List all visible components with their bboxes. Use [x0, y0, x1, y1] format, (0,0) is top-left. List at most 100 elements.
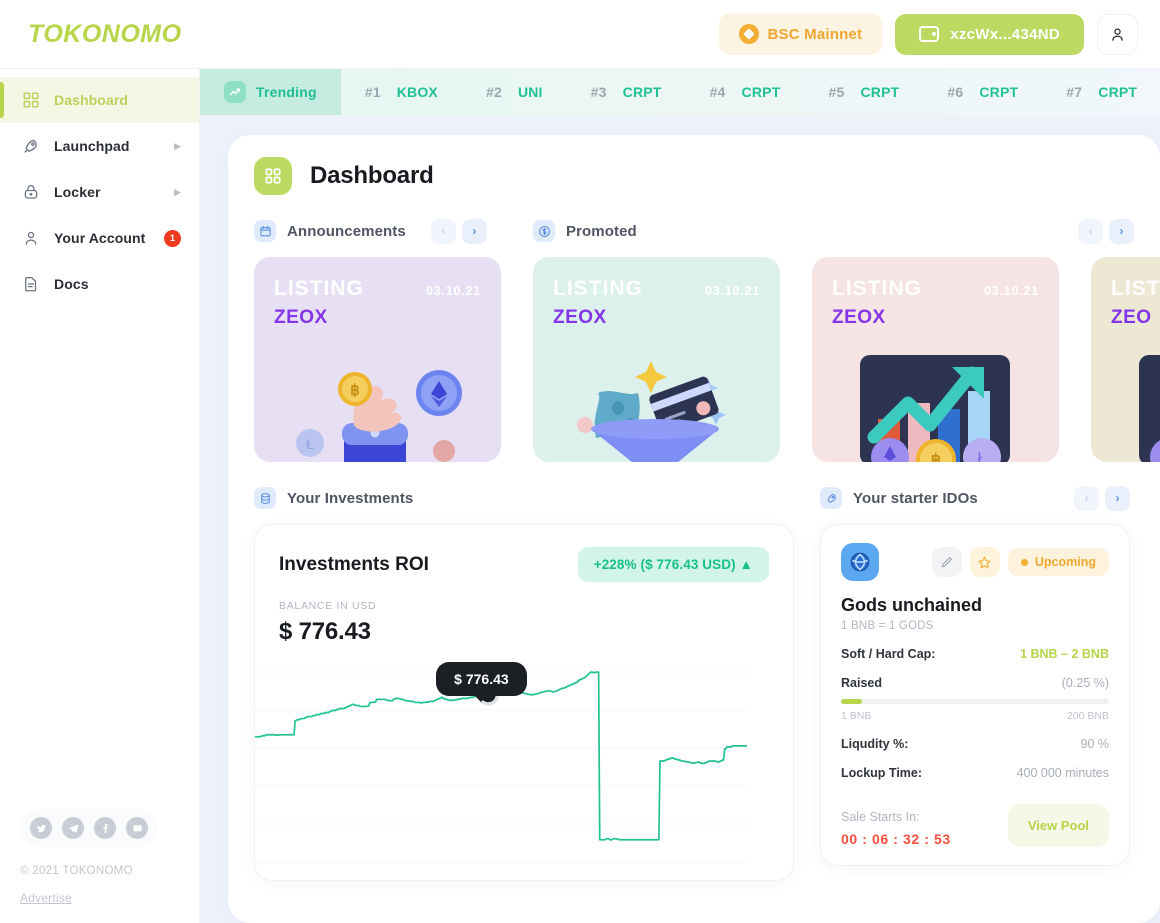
edit-button[interactable] [931, 547, 962, 577]
ido-column: Your starter IDOs ‹ › Upcoming Gods unch… [820, 484, 1130, 881]
dollar-icon [533, 220, 555, 242]
wallet-icon [919, 26, 940, 42]
telegram-icon[interactable] [62, 817, 84, 839]
hand-bitcoin-illustration: Ł ฿ [296, 370, 462, 462]
card-brand: ZEOX [274, 307, 328, 328]
card-brand: ZEO [1111, 307, 1152, 328]
sidebar: Dashboard Launchpad ▶ Locker ▶ Your Acco… [0, 69, 200, 923]
tab-symbol: CRPT [979, 84, 1019, 100]
svg-text:฿: ฿ [931, 451, 942, 462]
twitter-icon[interactable] [30, 817, 52, 839]
social-links [20, 809, 158, 847]
row-value: 1 BNB – 2 BNB [1020, 647, 1109, 661]
promoted-card[interactable]: LIST ZEO [1091, 257, 1160, 462]
card-listing-label: LISTING [832, 277, 922, 300]
card-top: LISTING 03.10.21 [274, 277, 481, 301]
chart-tooltip: $ 776.43 [436, 662, 527, 696]
rocket-icon [24, 139, 37, 153]
wallet-button[interactable]: xzcWx...434ND [895, 13, 1084, 55]
tab-token-2[interactable]: #2 UNI [462, 69, 567, 115]
rocket-icon [820, 487, 842, 509]
balance-label: BALANCE IN USD [279, 600, 377, 612]
sidebar-item-label: Docs [54, 276, 89, 292]
sidebar-item-label: Your Account [54, 230, 146, 246]
calendar-icon [254, 220, 276, 242]
sidebar-item-label: Locker [54, 184, 101, 200]
promo-carousel: LISTING 03.10.21 ZEOX Ł ฿ LISTING 03.10.… [254, 257, 1160, 462]
roi-chart[interactable]: $ 776.43 [255, 650, 793, 880]
card-date: 03.10.21 [425, 284, 481, 298]
tab-token-3[interactable]: #3 CRPT [567, 69, 686, 115]
page-title: Dashboard [254, 157, 1134, 195]
network-selector[interactable]: BSC Mainnet [718, 13, 883, 55]
card-listing-label: LISTING [553, 277, 643, 300]
row-value: 90 % [1080, 737, 1110, 751]
growth-chart-illustration: ฿ Ł [860, 355, 1010, 462]
dashboard-content: Dashboard Announcements ‹ › Promoted ‹ ›… [200, 115, 1160, 923]
tab-token-5[interactable]: #5 CRPT [804, 69, 923, 115]
roi-title: Investments ROI [279, 553, 429, 575]
chat-icon[interactable] [126, 817, 148, 839]
announcement-card[interactable]: LISTING 03.10.21 ZEOX Ł ฿ [254, 257, 501, 462]
tab-rank: #7 [1066, 84, 1083, 100]
tab-rank: #5 [828, 84, 845, 100]
ido-card: Upcoming Gods unchained 1 BNB = 1 GODS S… [820, 524, 1130, 866]
roi-badge: +228% ($ 776.43 USD) ▲ [577, 547, 769, 582]
promoted-prev-button[interactable]: ‹ [1078, 218, 1103, 244]
card-top: LISTING 03.10.21 [553, 277, 760, 301]
tab-token-7[interactable]: #7 CRPT [1042, 69, 1160, 115]
tab-symbol: UNI [517, 84, 543, 100]
investments-roi-card: Investments ROI +228% ($ 776.43 USD) ▲ B… [254, 524, 794, 881]
card-top: LISTING 03.10.21 [832, 277, 1039, 301]
ido-card-top: Upcoming [841, 543, 1109, 581]
account-button[interactable] [1097, 13, 1138, 55]
ido-title: Your starter IDOs [853, 489, 978, 507]
sidebar-item-docs[interactable]: Docs [0, 261, 199, 307]
ido-nav: ‹ › [1074, 485, 1130, 511]
ido-prev-button[interactable]: ‹ [1074, 485, 1099, 511]
tab-symbol: CRPT [741, 84, 781, 100]
top-header: TOKONOMO BSC Mainnet xzcWx...434ND [0, 0, 1160, 69]
app-logo[interactable]: TOKONOMO [28, 20, 182, 49]
main-area: Trending #1 KBOX #2 UNI #3 CRPT #4 CRPT #5 CR… [200, 69, 1160, 923]
advertise-link[interactable]: Advertise [20, 891, 179, 905]
announcements-title: Announcements [287, 222, 406, 240]
sidebar-item-locker[interactable]: Locker ▶ [0, 169, 199, 215]
card-date: 03.10.21 [704, 284, 760, 298]
tab-trending[interactable]: Trending [200, 69, 341, 115]
sidebar-item-launchpad[interactable]: Launchpad ▶ [0, 123, 199, 169]
promoted-card[interactable]: LISTING 03.10.21 ZEOX ฿ Ł [812, 257, 1059, 462]
sidebar-nav: Dashboard Launchpad ▶ Locker ▶ Your Acco… [0, 69, 199, 307]
ido-rate: 1 BNB = 1 GODS [841, 620, 934, 632]
investments-header: Your Investments [254, 484, 794, 512]
announcements-prev-button[interactable]: ‹ [430, 218, 456, 244]
grid-icon [254, 157, 292, 195]
lock-icon [24, 185, 38, 199]
wallet-address: xzcWx...434ND [950, 25, 1060, 43]
chevron-right-icon: ▶ [174, 140, 181, 151]
tab-token-4[interactable]: #4 CRPT [686, 69, 805, 115]
tab-trending-label: Trending [256, 84, 317, 100]
sale-label: Sale Starts In: [841, 810, 920, 824]
row-key: Raised [841, 676, 882, 690]
facebook-icon[interactable] [94, 817, 116, 839]
row-value: 400 000 minutes [1016, 766, 1109, 780]
announcements-next-button[interactable]: › [461, 218, 487, 244]
document-icon [25, 276, 37, 292]
sidebar-item-your-account[interactable]: Your Account 1 [0, 215, 199, 261]
promoted-next-button[interactable]: › [1109, 218, 1134, 244]
tab-symbol: CRPT [1098, 84, 1138, 100]
tab-token-1[interactable]: #1 KBOX [341, 69, 462, 115]
ido-next-button[interactable]: › [1105, 485, 1130, 511]
favorite-button[interactable] [969, 547, 1000, 577]
carousel-headers: Announcements ‹ › Promoted ‹ › [254, 217, 1134, 257]
sidebar-item-dashboard[interactable]: Dashboard [0, 77, 199, 123]
announcement-card[interactable]: LISTING 03.10.21 ZEOX [533, 257, 780, 462]
sidebar-item-label: Launchpad [54, 138, 130, 154]
announcements-nav: ‹ › [430, 218, 487, 244]
promoted-nav: ‹ › [1078, 218, 1134, 244]
tab-token-6[interactable]: #6 CRPT [923, 69, 1042, 115]
view-pool-button[interactable]: View Pool [1007, 804, 1109, 847]
raised-progress-fill [841, 699, 863, 704]
ido-row: Raised (0.25 %) [841, 676, 1109, 690]
